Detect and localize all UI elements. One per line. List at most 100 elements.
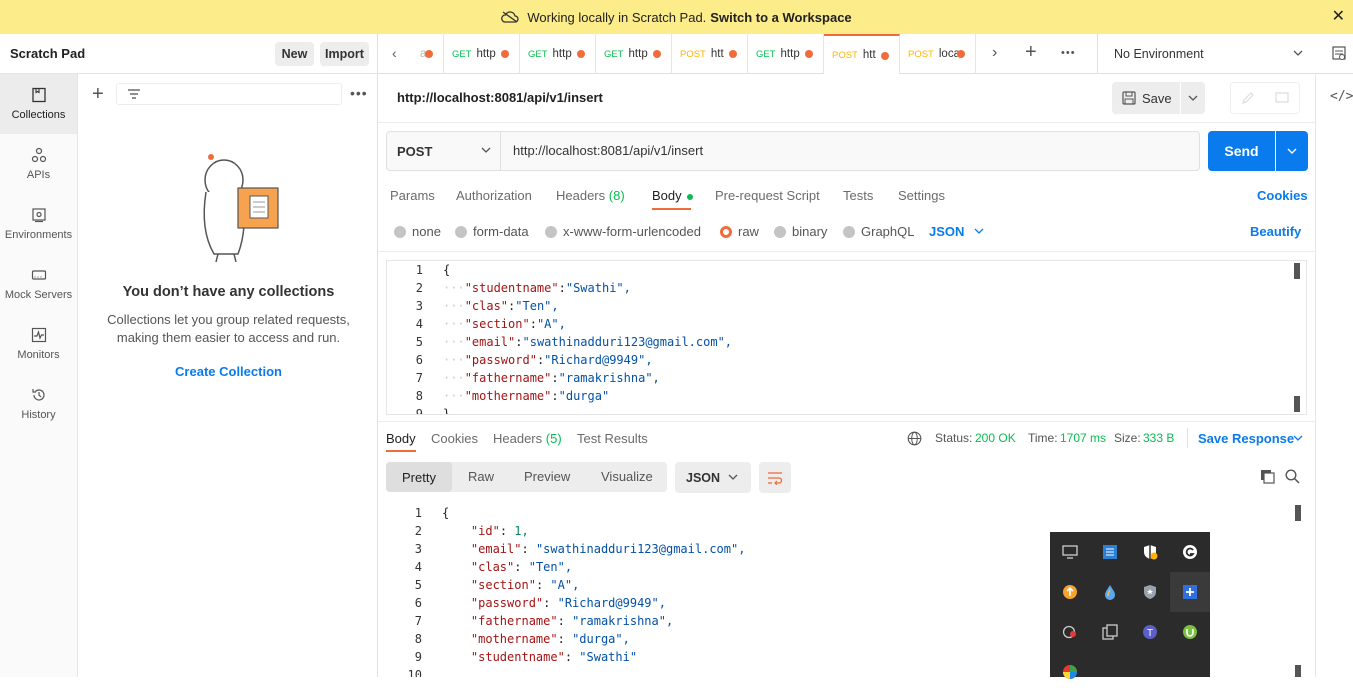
- request-tab[interactable]: GET http: [596, 34, 672, 74]
- scrollbar-thumb[interactable]: [1295, 665, 1301, 677]
- tray-monitor-icon[interactable]: [1050, 532, 1090, 572]
- comment-icon[interactable]: [1275, 91, 1289, 105]
- request-tab[interactable]: GET http: [520, 34, 596, 74]
- chevron-left-icon[interactable]: ‹: [392, 45, 397, 61]
- tray-update-icon[interactable]: [1050, 572, 1090, 612]
- close-icon[interactable]: ✕: [1332, 9, 1345, 25]
- code-key: "email": [470, 542, 522, 556]
- tab-body[interactable]: Body: [652, 188, 694, 203]
- sidebar-item-mock-servers[interactable]: Mock Servers: [0, 254, 77, 314]
- new-tab-icon[interactable]: +: [1025, 42, 1037, 62]
- tab-tests[interactable]: Tests: [843, 188, 873, 203]
- chevron-down-icon[interactable]: [974, 228, 984, 235]
- url-input[interactable]: http://localhost:8081/api/v1/insert: [513, 143, 703, 158]
- tray-torrent-icon[interactable]: [1170, 612, 1210, 652]
- tray-security-icon[interactable]: [1130, 572, 1170, 612]
- cookies-link[interactable]: Cookies: [1257, 188, 1308, 203]
- tray-copy-icon[interactable]: [1090, 612, 1130, 652]
- radio-graphql[interactable]: GraphQL: [843, 224, 914, 239]
- method-select[interactable]: POST: [386, 131, 501, 171]
- view-visualize[interactable]: Visualize: [601, 469, 653, 484]
- sidebar-item-monitors[interactable]: Monitors: [0, 314, 77, 374]
- radio-form-data[interactable]: form-data: [455, 224, 529, 239]
- tray-recording-icon[interactable]: [1050, 612, 1090, 652]
- switch-workspace-link[interactable]: Switch to a Workspace: [710, 10, 851, 25]
- tray-add-icon[interactable]: [1170, 572, 1210, 612]
- status-value: 200 OK: [975, 431, 1016, 445]
- send-button[interactable]: Send: [1208, 131, 1275, 171]
- chevron-right-icon[interactable]: ›: [992, 44, 997, 62]
- environment-quick-look-icon[interactable]: [1332, 46, 1347, 61]
- tray-teams-icon[interactable]: T: [1130, 612, 1170, 652]
- tab-headers[interactable]: Headers (8): [556, 188, 625, 203]
- search-input[interactable]: [116, 83, 342, 105]
- body-indicator-dot: [687, 193, 694, 200]
- chevron-down-icon[interactable]: [1293, 50, 1303, 57]
- sidebar-item-history[interactable]: History: [0, 374, 77, 434]
- view-pretty[interactable]: Pretty: [386, 462, 452, 492]
- more-options-icon[interactable]: •••: [350, 85, 368, 101]
- code-icon[interactable]: </>: [1330, 89, 1353, 104]
- send-dropdown-button[interactable]: [1276, 131, 1308, 171]
- wrap-lines-button[interactable]: [759, 462, 791, 493]
- sidebar-item-apis[interactable]: APIs: [0, 134, 77, 194]
- response-tab-body[interactable]: Body: [386, 431, 416, 446]
- tray-drop-icon[interactable]: [1090, 572, 1130, 612]
- active-tab-underline: [652, 208, 691, 210]
- response-tab-headers[interactable]: Headers (5): [493, 431, 562, 446]
- sidebar-item-environments[interactable]: Environments: [0, 194, 77, 254]
- filter-icon[interactable]: [127, 88, 141, 100]
- tab-settings[interactable]: Settings: [898, 188, 945, 203]
- import-button[interactable]: Import: [320, 42, 369, 66]
- tray-color-icon[interactable]: [1050, 652, 1090, 692]
- search-icon[interactable]: [1285, 469, 1300, 484]
- request-tab[interactable]: POST loca: [900, 34, 976, 74]
- scrollbar-thumb[interactable]: [1294, 396, 1300, 412]
- request-tab[interactable]: GET http: [444, 34, 520, 74]
- tray-grammarly-icon[interactable]: [1170, 532, 1210, 572]
- view-preview[interactable]: Preview: [524, 469, 570, 484]
- radio-none[interactable]: none: [394, 224, 441, 239]
- request-tab-active[interactable]: POST htt: [824, 34, 900, 74]
- response-tab-tests[interactable]: Test Results: [577, 431, 648, 446]
- code-key: "clas": [470, 560, 515, 574]
- response-format-select[interactable]: JSON: [675, 462, 751, 493]
- view-raw[interactable]: Raw: [468, 469, 494, 484]
- response-tab-cookies[interactable]: Cookies: [431, 431, 478, 446]
- radio-raw[interactable]: raw: [720, 224, 759, 239]
- radio-binary[interactable]: binary: [774, 224, 827, 239]
- code-value: "swathinadduri123@gmail.com",: [535, 542, 746, 556]
- code-indent: ···: [443, 299, 465, 313]
- scrollbar-thumb[interactable]: [1295, 505, 1301, 521]
- request-tab[interactable]: GET http: [748, 34, 824, 74]
- sidebar-item-collections[interactable]: Collections: [0, 74, 77, 134]
- code-line: 3 "email": "swathinadduri123@gmail.com",: [386, 540, 746, 558]
- body-format-select[interactable]: JSON: [929, 224, 964, 239]
- tab-authorization[interactable]: Authorization: [456, 188, 532, 203]
- globe-icon[interactable]: [907, 431, 922, 446]
- beautify-button[interactable]: Beautify: [1250, 224, 1301, 239]
- create-collection-link[interactable]: Create Collection: [79, 364, 378, 379]
- request-tab[interactable]: a: [412, 34, 444, 74]
- tray-shield-warning-icon[interactable]: [1130, 532, 1170, 572]
- tab-options-icon[interactable]: •••: [1061, 47, 1076, 59]
- line-number: 8: [414, 632, 422, 646]
- request-body-editor[interactable]: 1{2 ···"studentname":"Swathi", 3 ···"clas":…: [386, 260, 1307, 415]
- new-button[interactable]: New: [275, 42, 314, 66]
- radio-urlencoded[interactable]: x-www-form-urlencoded: [545, 224, 701, 239]
- line-number: 9: [414, 650, 422, 664]
- request-tab[interactable]: POST htt: [672, 34, 748, 74]
- pencil-icon[interactable]: [1241, 91, 1255, 105]
- save-button[interactable]: Save: [1112, 82, 1180, 114]
- tray-network-icon[interactable]: [1090, 532, 1130, 572]
- tab-pre-request-script[interactable]: Pre-request Script: [715, 188, 820, 203]
- cloud-off-icon: [501, 11, 519, 23]
- chevron-down-icon[interactable]: [1293, 435, 1303, 442]
- save-response-button[interactable]: Save Response: [1198, 431, 1294, 446]
- add-icon[interactable]: +: [92, 84, 104, 104]
- environment-selector[interactable]: No Environment: [1114, 47, 1204, 61]
- save-dropdown-button[interactable]: [1181, 82, 1205, 114]
- copy-icon[interactable]: [1260, 469, 1275, 484]
- tab-params[interactable]: Params: [390, 188, 435, 203]
- scrollbar-thumb[interactable]: [1294, 263, 1300, 279]
